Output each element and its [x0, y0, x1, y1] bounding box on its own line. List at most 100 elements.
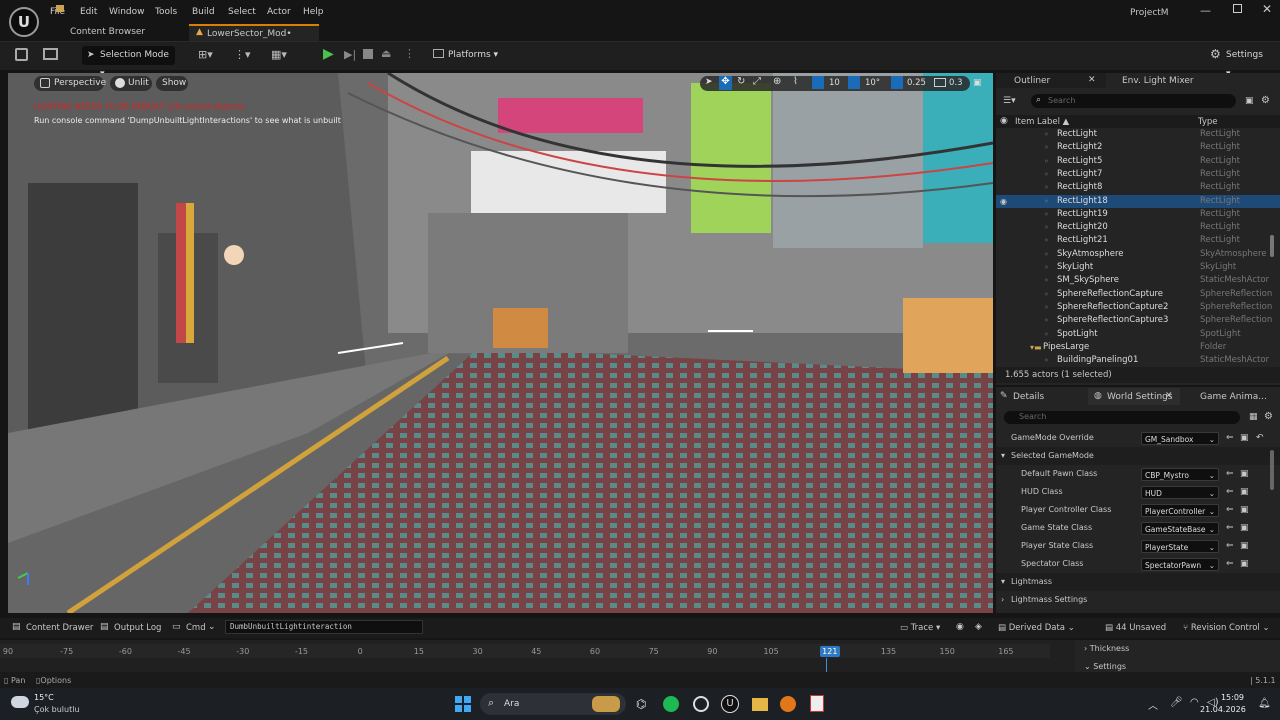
unsaved-button[interactable]: ▤ 44 Unsaved: [1105, 623, 1166, 633]
move-tool-icon[interactable]: ✥: [719, 76, 732, 90]
camera-speed-icon[interactable]: [934, 78, 946, 87]
outliner-row[interactable]: ◦ RectLight21 RectLight: [996, 234, 1280, 247]
use-selected-icon[interactable]: ⇐: [1226, 429, 1234, 447]
reset-icon[interactable]: ↶: [1256, 429, 1264, 447]
viewport-layout-icon[interactable]: ▣: [973, 78, 982, 88]
col-type[interactable]: Type: [1198, 117, 1218, 127]
playhead-marker[interactable]: 121: [819, 646, 840, 657]
outliner-row[interactable]: ◦ RectLight8 RectLight: [996, 181, 1280, 194]
filter-icon[interactable]: ☰▾: [1003, 96, 1016, 106]
menu-tools[interactable]: Tools: [155, 7, 177, 17]
step-icon[interactable]: ▶|: [344, 48, 356, 61]
unreal-taskbar-icon[interactable]: U: [721, 695, 739, 713]
tab-level[interactable]: LowerSector_Mod•: [189, 24, 319, 41]
outliner-settings-icon[interactable]: ⚙: [1261, 95, 1270, 106]
add-actor-icon[interactable]: ⊞▾: [198, 48, 213, 61]
cmd-dropdown[interactable]: Cmd: [186, 623, 206, 633]
outliner-row[interactable]: ◉ ◦ RectLight18 RectLight: [996, 194, 1280, 208]
app-icon[interactable]: [693, 696, 709, 712]
light-mixer-tab[interactable]: Env. Light Mixer: [1122, 76, 1194, 86]
browse-asset-icon[interactable]: ▣: [1240, 483, 1249, 501]
rotate-tool-icon[interactable]: ↻: [737, 76, 745, 87]
cloud-icon[interactable]: [11, 696, 29, 708]
taskbar-search[interactable]: ⌕ Ara: [480, 693, 626, 715]
task-view-icon[interactable]: ⌬: [636, 697, 646, 711]
grid-snap-value[interactable]: 10: [829, 78, 840, 88]
outliner-row[interactable]: ◦ RectLight20 RectLight: [996, 221, 1280, 234]
browse-asset-icon[interactable]: ▣: [1240, 501, 1249, 519]
weather-temp[interactable]: 15°C: [34, 693, 54, 702]
outliner-row[interactable]: ◦ RectLight2 RectLight: [996, 141, 1280, 154]
rotation-snap-value[interactable]: 10°: [865, 78, 880, 88]
gamemode-override-combo[interactable]: GM_Sandbox ⌄: [1141, 432, 1219, 445]
outliner-row[interactable]: ◦ SM_SkySphere StaticMeshActor: [996, 274, 1280, 287]
outliner-row[interactable]: ◦ SkyAtmosphere SkyAtmosphere: [996, 248, 1280, 261]
menu-edit[interactable]: Edit: [80, 7, 97, 17]
menu-build[interactable]: Build: [192, 7, 215, 17]
eject-icon[interactable]: ⏏: [381, 47, 391, 60]
play-options-icon[interactable]: ⋮: [404, 47, 415, 60]
visibility-eye-icon[interactable]: ◉: [1000, 195, 1007, 208]
use-selected-icon[interactable]: ⇐: [1226, 465, 1234, 483]
minimize-icon[interactable]: —: [1200, 4, 1211, 17]
maximize-icon[interactable]: [1233, 4, 1242, 13]
use-selected-icon[interactable]: ⇐: [1226, 501, 1234, 519]
use-selected-icon[interactable]: ⇐: [1226, 483, 1234, 501]
weather-desc[interactable]: Çok bulutlu: [34, 705, 80, 714]
file-explorer-icon[interactable]: [752, 698, 768, 711]
blueprint-icon[interactable]: ⋮▾: [234, 48, 251, 61]
level-viewport[interactable]: [8, 73, 993, 613]
property-combo[interactable]: HUD ⌄: [1141, 486, 1219, 499]
browse-asset-icon[interactable]: ▣: [1240, 555, 1249, 573]
show-button[interactable]: Show: [156, 76, 188, 91]
browse-asset-icon[interactable]: ▣: [1240, 429, 1249, 447]
outliner-search-input[interactable]: ⌕ Search: [1031, 94, 1236, 108]
browse-asset-icon[interactable]: ▣: [1240, 537, 1249, 555]
outliner-close-icon[interactable]: ✕: [1088, 75, 1096, 85]
col-item-label[interactable]: Item Label ▲: [1015, 117, 1069, 127]
console-input[interactable]: DumbUnbuiltLightinteraction: [225, 620, 423, 634]
content-drawer-button[interactable]: Content Drawer: [26, 623, 93, 633]
use-selected-icon[interactable]: ⇐: [1226, 555, 1234, 573]
outliner-row[interactable]: ◦ SkyLight SkyLight: [996, 261, 1280, 274]
scale-tool-icon[interactable]: ⤢: [753, 76, 761, 87]
details-view-icon[interactable]: ▦: [1249, 412, 1258, 422]
world-space-icon[interactable]: ⊕: [773, 76, 781, 87]
record-icon[interactable]: ◉: [956, 622, 964, 632]
property-combo[interactable]: PlayerState ⌄: [1141, 540, 1219, 553]
lightmass-settings-row[interactable]: › Lightmass Settings: [996, 591, 1280, 609]
property-combo[interactable]: GameStateBase ⌄: [1141, 522, 1219, 535]
trace-dropdown[interactable]: ▭ Trace ▾: [900, 623, 940, 633]
menu-select[interactable]: Select: [228, 7, 256, 17]
windows-start-icon[interactable]: [455, 696, 471, 712]
outliner-row[interactable]: ◦ RectLight5 RectLight: [996, 155, 1280, 168]
game-animation-tab[interactable]: Game Anima...: [1200, 392, 1267, 402]
camera-speed-value[interactable]: 0.3: [949, 78, 963, 88]
save-icon[interactable]: [15, 48, 28, 61]
browse-icon[interactable]: [43, 48, 58, 60]
rotation-snap-icon[interactable]: [848, 76, 860, 89]
use-selected-icon[interactable]: ⇐: [1226, 537, 1234, 555]
tab-content-browser[interactable]: Content Browser: [52, 5, 187, 41]
blender-icon[interactable]: [780, 696, 796, 712]
settings-track[interactable]: ⌄ Settings: [1084, 662, 1126, 671]
clock-time[interactable]: 15:09: [1220, 693, 1244, 702]
scale-snap-value[interactable]: 0.25: [907, 78, 926, 88]
revision-control-button[interactable]: ⑂ Revision Control ⌄: [1183, 623, 1270, 633]
menu-window[interactable]: Window: [109, 7, 145, 17]
snapshot-icon[interactable]: ◈: [975, 622, 982, 632]
output-log-button[interactable]: Output Log: [114, 623, 161, 633]
outliner-row[interactable]: ◦ BuildingPaneling01 StaticMeshActor: [996, 354, 1280, 367]
scale-snap-icon[interactable]: [891, 76, 903, 89]
notification-icon[interactable]: 🔔︎: [1258, 698, 1271, 709]
clock-date[interactable]: 21.04.2026: [1200, 705, 1246, 714]
select-tool-icon[interactable]: ➤: [705, 77, 713, 87]
use-selected-icon[interactable]: ⇐: [1226, 519, 1234, 537]
property-combo[interactable]: CBP_Mystro ⌄: [1141, 468, 1219, 481]
outliner-row[interactable]: ◦ RectLight7 RectLight: [996, 168, 1280, 181]
derived-data-button[interactable]: ▤ Derived Data ⌄: [998, 623, 1075, 633]
unreal-logo-icon[interactable]: U: [9, 7, 39, 37]
stop-icon[interactable]: [363, 49, 373, 59]
details-settings-icon[interactable]: ⚙: [1264, 411, 1273, 422]
close-icon[interactable]: ✕: [1262, 2, 1272, 16]
